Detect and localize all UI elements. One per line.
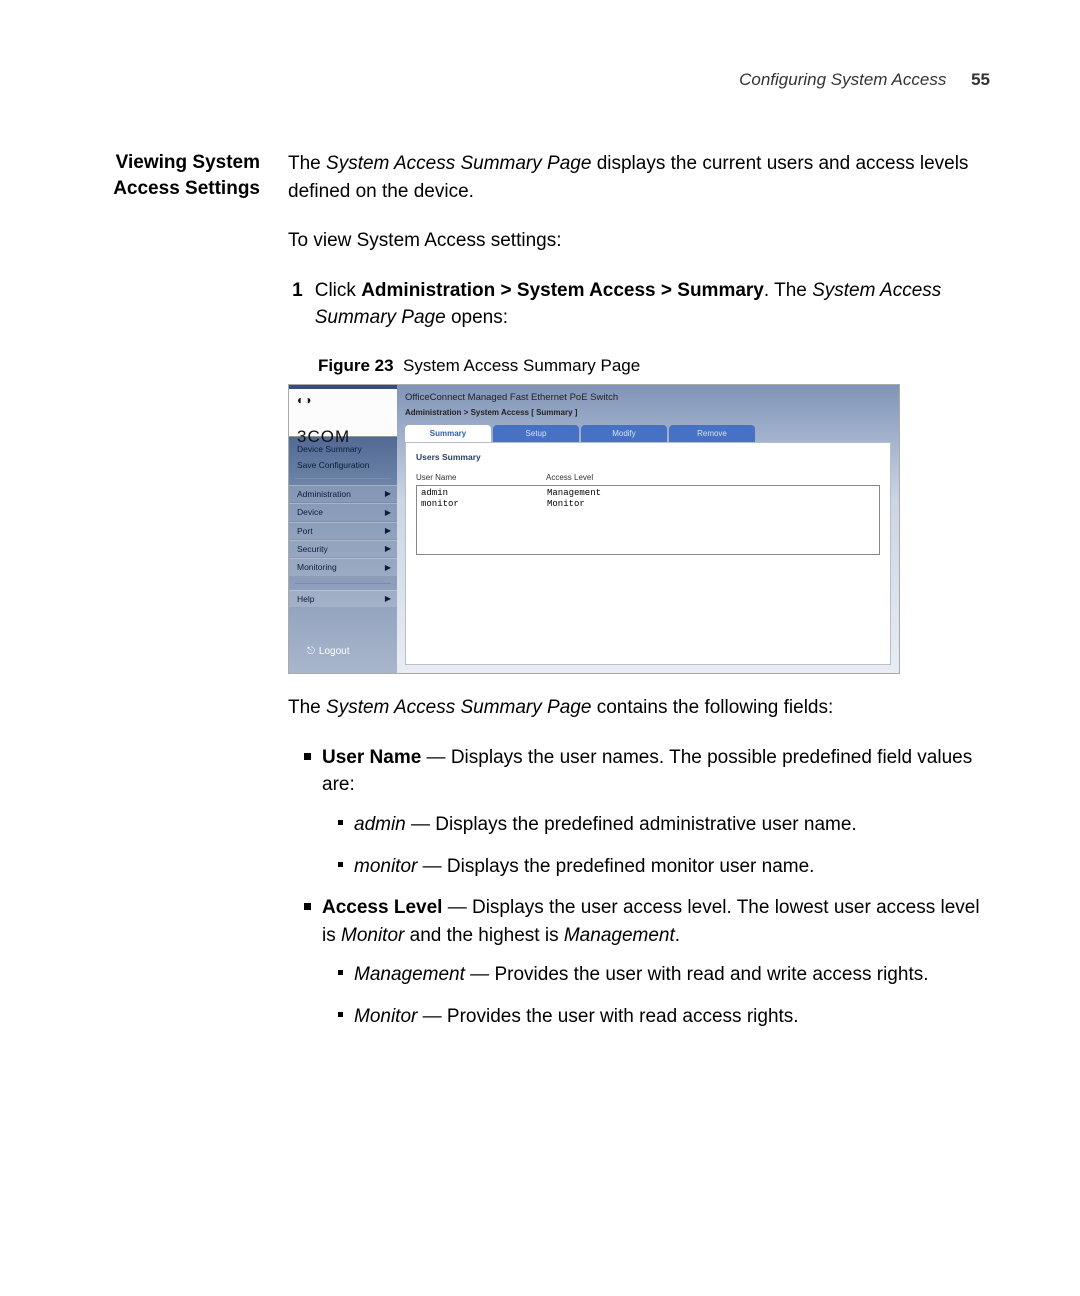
sidebar-item-security[interactable]: Security▶ — [289, 540, 397, 558]
field-user-name: User Name — Displays the user names. The… — [322, 744, 990, 880]
screenshot-main: OfficeConnect Managed Fast Ethernet PoE … — [397, 385, 899, 673]
step-1: 1 Click Administration > System Access >… — [288, 277, 990, 332]
page-number: 55 — [971, 70, 990, 89]
chevron-right-icon: ▶ — [385, 525, 391, 537]
chevron-right-icon: ▶ — [385, 562, 391, 574]
sidebar-item-administration[interactable]: Administration▶ — [289, 485, 397, 503]
table-row[interactable]: admin Management — [421, 488, 875, 499]
breadcrumb: Administration > System Access [ Summary… — [397, 407, 899, 425]
screenshot-sidebar: ◐◑ 3COM Device Summary Save Configuratio… — [289, 385, 397, 673]
panel-title: Users Summary — [416, 451, 880, 463]
fields-list: User Name — Displays the user names. The… — [288, 744, 990, 1030]
users-summary-panel: Users Summary User Name Access Level adm… — [405, 442, 891, 665]
brand-logo: ◐◑ 3COM — [289, 389, 397, 437]
screenshot-figure: ◐◑ 3COM Device Summary Save Configuratio… — [288, 384, 900, 674]
value-management: Management — Provides the user with read… — [354, 961, 990, 989]
col-user-name: User Name — [416, 472, 546, 484]
sidebar-item-port[interactable]: Port▶ — [289, 522, 397, 540]
value-admin: admin — Displays the predefined administ… — [354, 811, 990, 839]
tab-bar: Summary Setup Modify Remove — [397, 425, 899, 443]
sidebar-item-device[interactable]: Device▶ — [289, 503, 397, 521]
running-head: Configuring System Access 55 — [90, 70, 990, 90]
table-row[interactable]: monitor Monitor — [421, 499, 875, 510]
figure-caption: Figure 23 System Access Summary Page — [318, 354, 990, 379]
field-access-level: Access Level — Displays the user access … — [322, 894, 990, 1030]
tab-remove[interactable]: Remove — [669, 425, 755, 443]
chevron-right-icon: ▶ — [385, 488, 391, 500]
tab-setup[interactable]: Setup — [493, 425, 579, 443]
sidebar-link-save-config[interactable]: Save Configuration — [297, 459, 389, 471]
table-header: User Name Access Level — [416, 472, 880, 484]
value-monitor: monitor — Displays the predefined monito… — [354, 853, 990, 881]
chevron-right-icon: ▶ — [385, 543, 391, 555]
users-listbox[interactable]: admin Management monitor Monitor — [416, 485, 880, 555]
sidebar-link-device-summary[interactable]: Device Summary — [297, 443, 389, 455]
section-side-title: Viewing System Access Settings — [90, 150, 260, 201]
tab-modify[interactable]: Modify — [581, 425, 667, 443]
section-body: The System Access Summary Page displays … — [288, 150, 990, 1044]
sidebar-item-monitoring[interactable]: Monitoring▶ — [289, 558, 397, 576]
chevron-right-icon: ▶ — [385, 593, 391, 605]
value-monitor-access: Monitor — Provides the user with read ac… — [354, 1003, 990, 1031]
sidebar-item-help[interactable]: Help▶ — [289, 590, 397, 608]
brand-icon: ◐◑ — [297, 392, 389, 409]
running-head-text: Configuring System Access — [739, 70, 946, 89]
tab-summary[interactable]: Summary — [405, 425, 491, 443]
product-title: OfficeConnect Managed Fast Ethernet PoE … — [397, 391, 899, 407]
step-number: 1 — [288, 277, 303, 332]
logout-icon: ⎋ — [307, 645, 315, 660]
col-access-level: Access Level — [546, 472, 593, 484]
logout-link[interactable]: ⎋ Logout — [289, 631, 397, 674]
chevron-right-icon: ▶ — [385, 507, 391, 519]
